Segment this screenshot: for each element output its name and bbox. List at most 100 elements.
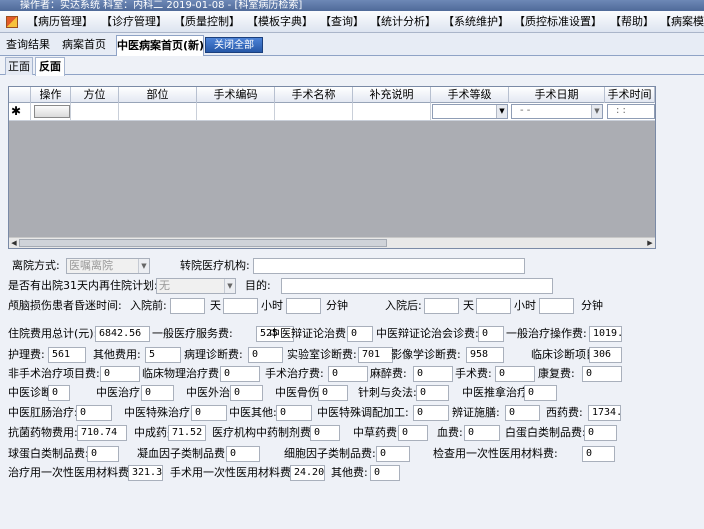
fee-input[interactable]: 1019.5 [589,326,622,342]
col-surgery-level[interactable]: 手术等级 [431,87,509,103]
chevron-down-icon[interactable]: ▼ [496,105,507,118]
col-surgery-name[interactable]: 手术名称 [275,87,353,103]
discharge-method-select[interactable]: 医嘱离院 ▼ [66,258,150,274]
before-admit-hour-input[interactable] [223,298,258,314]
fee-input[interactable]: 701 [358,347,393,363]
fee-input[interactable]: 0 [230,385,263,401]
transfer-org-input[interactable] [253,258,525,274]
fee-label: 实验室诊断费: [287,348,357,361]
purpose-input[interactable] [281,278,553,294]
fee-label: 临床物理治疗费: [142,367,223,380]
fee-input[interactable]: 0 [318,385,348,401]
menu-treatment[interactable]: 【诊疗管理】 [101,14,167,30]
fee-input[interactable]: 1734.0 [588,405,621,421]
cell-surgery-name[interactable] [275,103,353,121]
fee-input[interactable]: 0 [220,366,260,382]
fee-input[interactable]: 710.74 [77,425,127,441]
menu-qc-standard[interactable]: 【质控标准设置】 [514,14,602,30]
col-surgery-date[interactable]: 手术日期 [509,87,605,103]
tab-tcm-case-home[interactable]: 中医病案首页(新) [116,35,204,56]
fee-input[interactable]: 0 [276,405,312,421]
fee-input[interactable]: 24.20 [290,465,325,481]
fee-input[interactable]: 0 [505,405,540,421]
chevron-down-icon[interactable]: ▼ [224,279,235,293]
after-admit-hour-input[interactable] [476,298,511,314]
tab-query-results[interactable]: 查询结果 [4,35,52,56]
fee-input[interactable]: 5 [145,347,181,363]
fee-input[interactable]: 6842.56 [95,326,150,342]
fee-input[interactable]: 0 [524,385,557,401]
fee-input[interactable]: 71.52 [168,425,206,441]
before-admit-minute-input[interactable] [286,298,321,314]
before-admit-day-input[interactable] [170,298,205,314]
surgery-date-picker[interactable]: - - ▼ [511,104,603,119]
fee-input[interactable]: 0 [141,385,174,401]
fee-input[interactable]: 0 [584,425,617,441]
menu-query[interactable]: 【查询】 [320,14,364,30]
fee-input[interactable]: 561 [48,347,86,363]
fee-input[interactable]: 0 [464,425,500,441]
fee-input[interactable]: 958 [466,347,504,363]
after-admit-minute-input[interactable] [539,298,574,314]
after-admit-day-input[interactable] [424,298,459,314]
scroll-right-icon[interactable]: ▶ [645,238,655,248]
menu-record[interactable]: 【病历管理】 [27,14,93,30]
fee-label: 中医特殊治疗: [124,406,194,419]
fee-input[interactable]: 0 [87,446,119,462]
app-icon[interactable] [6,16,18,28]
fee-input[interactable]: 0 [328,366,368,382]
fee-label: 辨证施膳: [452,406,500,419]
fee-input[interactable]: 0 [416,385,449,401]
tab-case-home[interactable]: 病案首页 [60,35,108,56]
col-surgery-time[interactable]: 手术时间 [605,87,655,103]
menu-statistics[interactable]: 【统计分析】 [370,14,436,30]
menu-help[interactable]: 【帮助】 [610,14,654,30]
fee-input[interactable]: 0 [248,347,283,363]
fee-input[interactable]: 0 [347,326,373,342]
fee-input[interactable]: 0 [398,425,428,441]
cell-position[interactable] [71,103,119,121]
fee-input[interactable]: 0 [226,446,260,462]
menu-case-module[interactable]: 【病案模块 [660,14,704,30]
scroll-thumb[interactable] [19,239,387,247]
fee-input[interactable]: 0 [310,425,340,441]
fee-label: 一般医疗服务费: [152,327,233,340]
menu-template[interactable]: 【模板字典】 [247,14,313,30]
scroll-left-icon[interactable]: ◀ [9,238,19,248]
fee-input[interactable]: 0 [370,465,400,481]
table-row[interactable]: ✱ ▼ - - ▼ : : [9,103,655,121]
fee-input[interactable]: 0 [478,326,504,342]
horizontal-scrollbar[interactable]: ◀ ▶ [9,237,655,248]
fee-input[interactable]: 0 [413,405,449,421]
fee-input[interactable]: 0 [413,366,453,382]
fee-input[interactable]: 0 [100,366,140,382]
readmit-select[interactable]: 无 ▼ [156,278,236,294]
fee-input[interactable]: 0 [76,405,112,421]
col-site[interactable]: 部位 [119,87,197,103]
menu-quality[interactable]: 【质量控制】 [174,14,240,30]
menu-system[interactable]: 【系统维护】 [443,14,509,30]
col-supplement[interactable]: 补充说明 [353,87,431,103]
col-position[interactable]: 方位 [71,87,119,103]
cell-supplement[interactable] [353,103,431,121]
fee-input[interactable]: 306 [589,347,622,363]
fee-input[interactable]: 0 [582,446,615,462]
chevron-down-icon[interactable]: ▼ [591,105,602,118]
surgery-level-select[interactable]: ▼ [432,104,508,119]
fee-input[interactable]: 0 [582,366,622,382]
tab-back[interactable]: 反面 [35,57,65,76]
fee-input[interactable]: 0 [48,385,70,401]
fee-input[interactable]: 0 [191,405,227,421]
cell-site[interactable] [119,103,197,121]
surgery-time-picker[interactable]: : : [607,104,655,119]
col-operation[interactable]: 操作 [31,87,71,103]
cell-surgery-code[interactable] [197,103,275,121]
fee-input[interactable]: 321.32 [128,465,163,481]
fee-input[interactable]: 0 [376,446,410,462]
col-surgery-code[interactable]: 手术编码 [197,87,275,103]
tab-front[interactable]: 正面 [5,57,33,75]
close-all-button[interactable]: 关闭全部 [205,37,263,53]
fee-input[interactable]: 0 [495,366,535,382]
chevron-down-icon[interactable]: ▼ [138,259,149,273]
surgery-grid[interactable]: 操作 方位 部位 手术编码 手术名称 补充说明 手术等级 手术日期 手术时间 ✱… [8,86,656,249]
